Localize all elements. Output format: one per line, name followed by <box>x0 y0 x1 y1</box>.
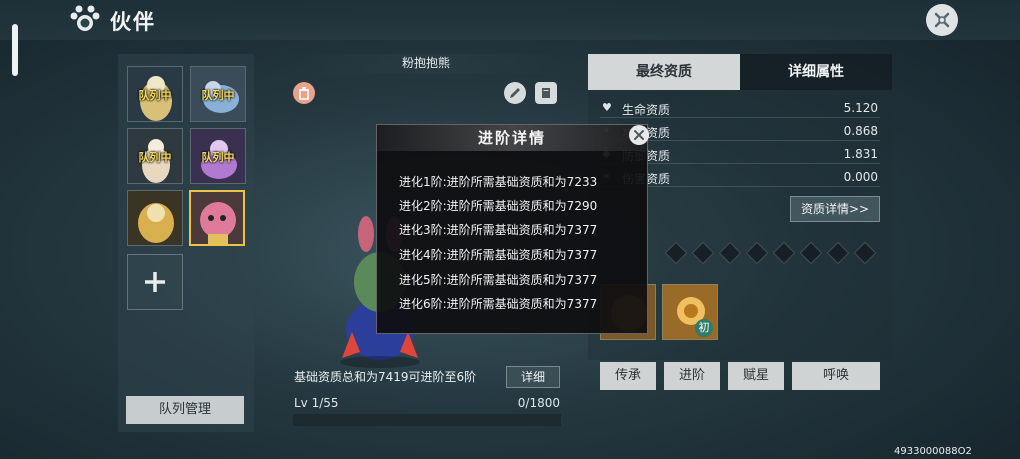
exp-text: 0/1800 <box>517 396 560 410</box>
in-queue-tag: 队列中 <box>138 89 172 102</box>
in-queue-tag: 队列中 <box>138 151 172 164</box>
roster-slot[interactable]: 队列中 <box>190 66 246 122</box>
inherit-button[interactable]: 传承 <box>600 362 656 390</box>
empty-star-icon <box>853 241 877 265</box>
advance-button[interactable]: 进阶 <box>664 362 720 390</box>
in-queue-tag: 队列中 <box>201 89 235 102</box>
advance-requirement-line: 进化5阶:进阶所需基础资质和为7377 <box>399 273 598 287</box>
advance-requirement-line: 进化1阶:进阶所需基础资质和为7233 <box>399 175 598 189</box>
book-icon <box>542 88 550 98</box>
close-button[interactable] <box>926 4 958 36</box>
advance-requirement-line: 进化3阶:进阶所需基础资质和为7377 <box>399 223 598 237</box>
roster-slot[interactable]: 队列中 <box>190 128 246 184</box>
exp-bar <box>293 414 561 426</box>
detail-button[interactable]: 详细 <box>506 366 560 388</box>
star-up-button[interactable]: 赋星 <box>728 362 784 390</box>
advance-requirement-line: 进化2阶:进阶所需基础资质和为7290 <box>399 199 598 213</box>
pencil-icon <box>510 88 520 98</box>
tab-detail-attributes[interactable]: 详细属性 <box>740 54 892 90</box>
empty-star-icon <box>772 241 796 265</box>
info-book-button[interactable] <box>535 82 557 104</box>
roster-slot[interactable]: 队列中 <box>127 66 183 122</box>
empty-star-icon <box>799 241 823 265</box>
summon-button[interactable]: 呼唤 <box>792 362 880 390</box>
skill-level-badge: 初 <box>695 319 713 337</box>
release-button[interactable] <box>293 82 315 104</box>
close-icon <box>934 12 950 28</box>
scroll-handle[interactable] <box>12 24 18 76</box>
empty-star-icon <box>745 241 769 265</box>
page-title: 伙伴 <box>110 10 156 34</box>
rename-button[interactable] <box>504 82 526 104</box>
advance-detail-modal: 进阶详情 进化1阶:进阶所需基础资质和为7233 进化2阶:进阶所需基础资质和为… <box>376 124 649 334</box>
level-text: Lv 1/55 <box>294 396 339 410</box>
trash-icon <box>299 87 309 100</box>
user-id: 4933000088O2 <box>894 446 972 457</box>
base-stat-summary: 基础资质总和为7419可进阶至6阶 <box>294 370 477 384</box>
advance-requirement-line: 进化6阶:进阶所需基础资质和为7377 <box>399 297 598 311</box>
close-icon <box>634 130 644 140</box>
skill-slot[interactable]: 初 <box>662 284 718 340</box>
aptitude-detail-button[interactable]: 资质详情>> <box>790 196 880 222</box>
add-partner-button[interactable] <box>127 254 183 310</box>
advance-requirement-line: 进化4阶:进阶所需基础资质和为7377 <box>399 248 598 262</box>
roster-slot-selected[interactable] <box>189 190 245 246</box>
modal-close-button[interactable] <box>629 125 649 145</box>
empty-star-icon <box>691 241 715 265</box>
heart-icon: ♥ <box>602 101 612 114</box>
partner-portrait <box>191 192 243 244</box>
attribute-row: ♥ 生命资质 5.120 <box>600 98 880 118</box>
pet-name: 粉抱抱熊 <box>292 54 560 74</box>
tab-final-aptitude[interactable]: 最终资质 <box>588 54 740 90</box>
in-queue-tag: 队列中 <box>201 151 235 164</box>
empty-star-icon <box>718 241 742 265</box>
modal-title: 进阶详情 <box>377 125 647 151</box>
paw-icon <box>68 4 102 36</box>
roster-slot[interactable] <box>127 190 183 246</box>
star-rank-indicator <box>664 241 880 265</box>
partner-portrait <box>128 191 182 245</box>
empty-star-icon <box>664 241 688 265</box>
roster-slot[interactable]: 队列中 <box>127 128 183 184</box>
empty-star-icon <box>826 241 850 265</box>
plus-icon <box>145 272 165 292</box>
queue-manage-button[interactable]: 队列管理 <box>126 396 244 424</box>
